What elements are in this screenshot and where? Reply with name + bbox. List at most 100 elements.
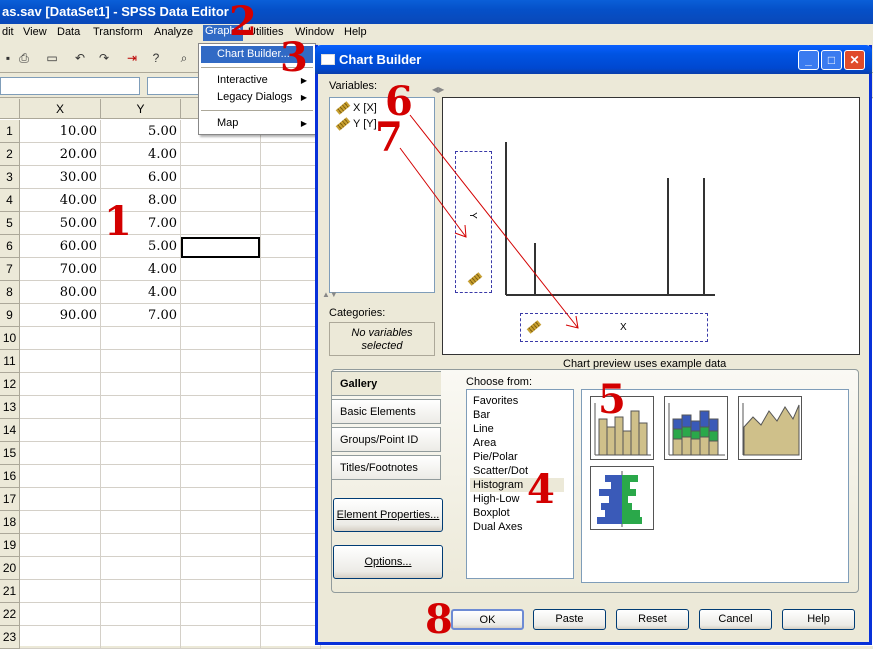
cell-y[interactable]	[101, 511, 181, 534]
corner-header[interactable]	[0, 99, 20, 119]
help-button[interactable]: Help	[782, 609, 855, 630]
cell-empty[interactable]	[261, 143, 321, 166]
element-properties-button[interactable]: Element Properties...	[333, 498, 443, 532]
tab-gallery[interactable]: Gallery	[331, 371, 441, 396]
cell-empty[interactable]	[261, 212, 321, 235]
maximize-button[interactable]: □	[821, 50, 842, 70]
row-header[interactable]: 15	[0, 442, 20, 465]
cell-empty[interactable]	[181, 143, 261, 166]
cell-x[interactable]: 40.00	[20, 189, 101, 212]
cell-empty[interactable]	[181, 373, 261, 396]
options-button[interactable]: Options...	[333, 545, 443, 579]
cell-empty[interactable]	[181, 488, 261, 511]
menu-view[interactable]: View	[23, 26, 47, 38]
cell-empty[interactable]	[261, 189, 321, 212]
cell-empty[interactable]	[261, 557, 321, 580]
cell-x[interactable]	[20, 557, 101, 580]
cell-empty[interactable]	[261, 304, 321, 327]
row-header[interactable]: 17	[0, 488, 20, 511]
chart-type-dual-axes[interactable]: Dual Axes	[473, 520, 523, 534]
menu-analyze[interactable]: Analyze	[154, 26, 193, 38]
cell-empty[interactable]	[181, 166, 261, 189]
cell-y[interactable]	[101, 557, 181, 580]
cell-empty[interactable]	[181, 327, 261, 350]
cell-empty[interactable]	[181, 557, 261, 580]
menu-edit[interactable]: dit	[2, 26, 14, 38]
chart-type-bar[interactable]: Bar	[473, 408, 490, 422]
row-header[interactable]: 10	[0, 327, 20, 350]
cell-x[interactable]: 20.00	[20, 143, 101, 166]
cell-y[interactable]	[101, 327, 181, 350]
chart-type-pie-polar[interactable]: Pie/Polar	[473, 450, 518, 464]
x-axis-drop-zone[interactable]: X	[520, 313, 708, 342]
cell-empty[interactable]	[181, 396, 261, 419]
row-header[interactable]: 20	[0, 557, 20, 580]
variable-item-y[interactable]: Y [Y]	[335, 117, 377, 131]
chart-type-area[interactable]: Area	[473, 436, 496, 450]
cell-y[interactable]	[101, 350, 181, 373]
cancel-button[interactable]: Cancel	[699, 609, 772, 630]
cell-empty[interactable]	[261, 465, 321, 488]
row-header[interactable]: 1	[0, 120, 20, 143]
cell-empty[interactable]	[181, 580, 261, 603]
cell-x[interactable]	[20, 488, 101, 511]
cell-empty[interactable]	[181, 534, 261, 557]
menu-item-map[interactable]: Map ▶	[201, 115, 313, 132]
chart-type-scatter-dot[interactable]: Scatter/Dot	[473, 464, 528, 478]
column-header-y[interactable]: Y	[101, 99, 181, 119]
cell-empty[interactable]	[261, 511, 321, 534]
dialog-title-bar[interactable]: Chart Builder _ □ ✕	[315, 45, 872, 74]
cell-empty[interactable]	[181, 511, 261, 534]
active-cell[interactable]	[181, 237, 260, 258]
cell-x[interactable]: 50.00	[20, 212, 101, 235]
chart-type-high-low[interactable]: High-Low	[473, 492, 519, 506]
chart-type-favorites[interactable]: Favorites	[473, 394, 518, 408]
row-header[interactable]: 11	[0, 350, 20, 373]
row-header[interactable]: 21	[0, 580, 20, 603]
menu-transform[interactable]: Transform	[93, 26, 143, 38]
cell-x[interactable]	[20, 350, 101, 373]
cell-x[interactable]: 30.00	[20, 166, 101, 189]
cell-y[interactable]	[101, 465, 181, 488]
ok-button[interactable]: OK	[451, 609, 524, 630]
cell-empty[interactable]	[261, 235, 321, 258]
variable-item-x[interactable]: X [X]	[335, 101, 377, 115]
cell-x[interactable]	[20, 511, 101, 534]
row-header[interactable]: 5	[0, 212, 20, 235]
cell-x[interactable]	[20, 396, 101, 419]
cell-empty[interactable]	[261, 281, 321, 304]
dialog-recall-icon[interactable]: ▭	[44, 51, 60, 65]
cell-empty[interactable]	[261, 603, 321, 626]
cell-x[interactable]	[20, 442, 101, 465]
cell-empty[interactable]	[181, 212, 261, 235]
undo-icon[interactable]: ↶	[72, 51, 88, 65]
population-pyramid-thumbnail[interactable]	[590, 466, 654, 530]
cell-y[interactable]	[101, 488, 181, 511]
cell-empty[interactable]	[261, 534, 321, 557]
paste-button[interactable]: Paste	[533, 609, 606, 630]
tab-groups-point-id[interactable]: Groups/Point ID	[331, 427, 441, 452]
menu-item-legacy-dialogs[interactable]: Legacy Dialogs ▶	[201, 89, 313, 106]
chart-type-line[interactable]: Line	[473, 422, 494, 436]
cell-y[interactable]: 4.00	[101, 143, 181, 166]
find-icon[interactable]: ⌕	[176, 51, 192, 65]
row-header[interactable]: 22	[0, 603, 20, 626]
cell-x[interactable]: 60.00	[20, 235, 101, 258]
splitter-arrows-icon[interactable]: ◀▶	[432, 85, 444, 94]
cell-empty[interactable]	[181, 419, 261, 442]
cell-empty[interactable]	[261, 419, 321, 442]
cell-empty[interactable]	[261, 166, 321, 189]
tab-titles-footnotes[interactable]: Titles/Footnotes	[331, 455, 441, 480]
cell-empty[interactable]	[181, 465, 261, 488]
row-header[interactable]: 16	[0, 465, 20, 488]
cell-y[interactable]: 4.00	[101, 258, 181, 281]
cell-x[interactable]: 90.00	[20, 304, 101, 327]
cell-y[interactable]: 6.00	[101, 166, 181, 189]
row-header[interactable]: 6	[0, 235, 20, 258]
cell-y[interactable]	[101, 580, 181, 603]
cell-empty[interactable]	[181, 258, 261, 281]
row-header[interactable]: 4	[0, 189, 20, 212]
cell-empty[interactable]	[181, 442, 261, 465]
cell-x[interactable]	[20, 465, 101, 488]
frequency-polygon-thumbnail[interactable]	[738, 396, 802, 460]
